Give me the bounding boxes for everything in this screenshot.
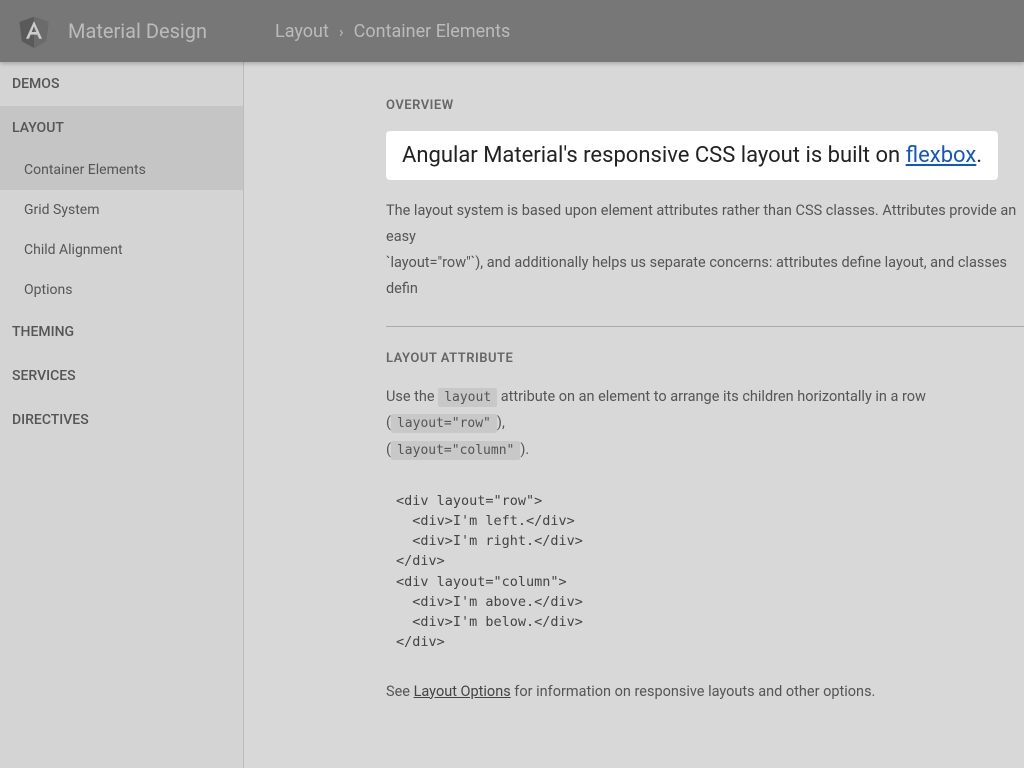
- breadcrumb: Layout › Container Elements: [275, 21, 510, 42]
- sidebar-item-grid-system[interactable]: Grid System: [0, 190, 243, 230]
- intro-callout: Angular Material's responsive CSS layout…: [386, 131, 998, 180]
- app-title[interactable]: Material Design: [68, 19, 207, 43]
- angular-logo-icon[interactable]: [16, 13, 52, 49]
- layout-options-link[interactable]: Layout Options: [414, 683, 511, 700]
- code-column: layout="column": [391, 441, 520, 460]
- chevron-right-icon: ›: [339, 22, 344, 41]
- flexbox-link[interactable]: flexbox: [906, 143, 977, 168]
- sidebar-item-theming[interactable]: THEMING: [0, 310, 243, 354]
- layout-paragraph: Use the layout attribute on an element t…: [386, 384, 1024, 462]
- breadcrumb-current: Container Elements: [354, 21, 511, 42]
- overview-paragraph: The layout system is based upon element …: [386, 198, 1024, 302]
- sidebar-item-container-elements[interactable]: Container Elements: [0, 150, 243, 190]
- sidebar-item-options[interactable]: Options: [0, 270, 243, 310]
- intro-text: Angular Material's responsive CSS layout…: [402, 143, 982, 168]
- code-layout: layout: [438, 388, 497, 407]
- sidebar-item-services[interactable]: SERVICES: [0, 354, 243, 398]
- sidebar-item-demos[interactable]: DEMOS: [0, 62, 243, 106]
- overview-heading: OVERVIEW: [386, 98, 1024, 113]
- breadcrumb-root[interactable]: Layout: [275, 21, 329, 42]
- section-divider: [386, 326, 1024, 327]
- layout-attribute-heading: LAYOUT ATTRIBUTE: [386, 351, 1024, 366]
- footer-paragraph: See Layout Options for information on re…: [386, 679, 1024, 705]
- code-row: layout="row": [391, 414, 497, 433]
- main-content: OVERVIEW Angular Material's responsive C…: [244, 62, 1024, 768]
- sidebar-item-child-alignment[interactable]: Child Alignment: [0, 230, 243, 270]
- sidebar-item-directives[interactable]: DIRECTIVES: [0, 398, 243, 442]
- sidebar-item-layout[interactable]: LAYOUT: [0, 106, 243, 150]
- app-header: Material Design Layout › Container Eleme…: [0, 0, 1024, 62]
- code-example: <div layout="row"> <div>I'm left.</div> …: [386, 481, 1024, 663]
- sidebar: DEMOS LAYOUT Container Elements Grid Sys…: [0, 62, 244, 768]
